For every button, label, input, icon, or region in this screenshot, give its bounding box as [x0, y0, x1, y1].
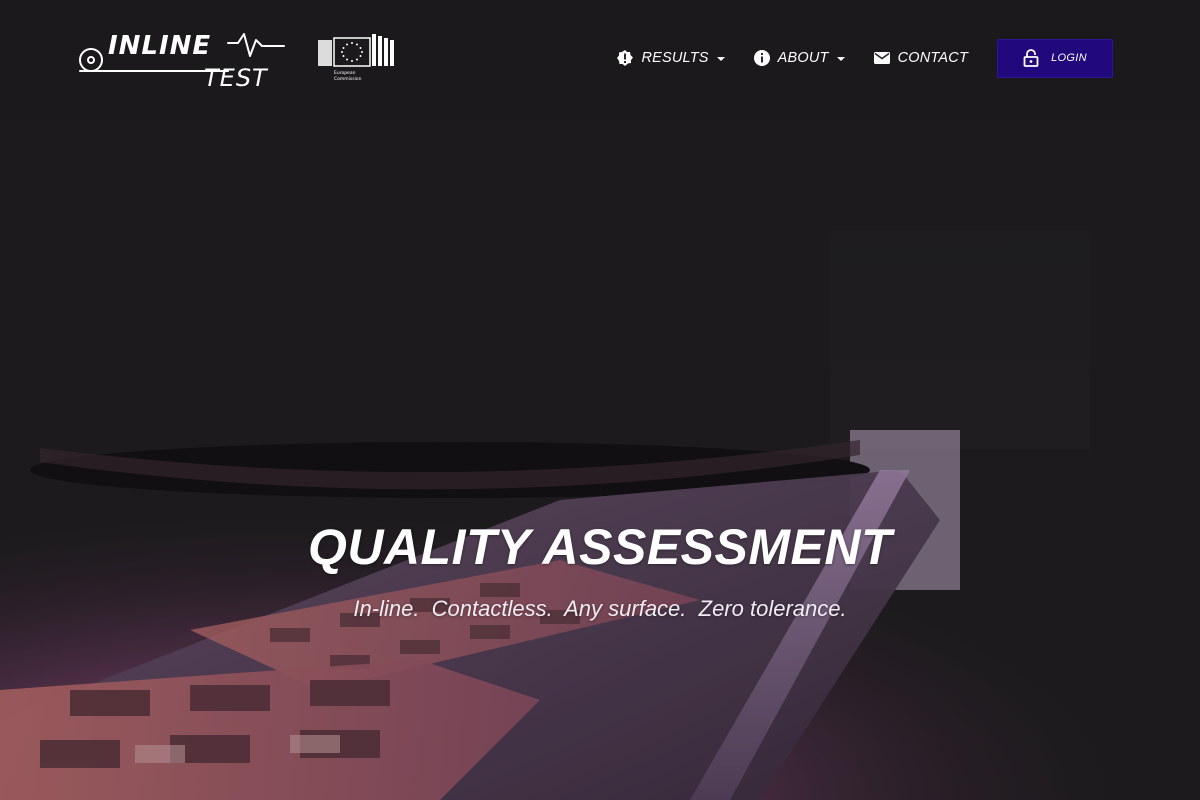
logo-line2-text: TEST: [204, 64, 269, 90]
nav-results[interactable]: RESULTS: [616, 49, 725, 67]
chevron-down-icon: [716, 57, 725, 61]
hero-section: INLINE TEST European Commission RESULTS …: [0, 0, 1200, 800]
ec-logo-text-1: European: [334, 70, 356, 76]
nav-contact-label: CONTACT: [897, 50, 968, 66]
chevron-down-icon: [836, 57, 845, 61]
padlock-icon: [1023, 49, 1039, 67]
hero-title: QUALITY ASSESSMENT: [307, 519, 893, 575]
exclamation-badge-icon: [617, 50, 634, 66]
nav-results-label: RESULTS: [641, 50, 709, 66]
login-button[interactable]: LOGIN: [997, 38, 1113, 78]
inline-test-logo[interactable]: INLINE TEST: [78, 26, 288, 90]
top-navbar: INLINE TEST European Commission RESULTS …: [0, 0, 1200, 115]
ec-logo-text-2: Commission: [334, 76, 362, 82]
envelope-icon: [873, 52, 890, 64]
nav-about[interactable]: ABOUT: [753, 49, 845, 67]
hero-subtitle: In-line. Contactless. Any surface. Zero …: [353, 596, 847, 621]
nav-contact[interactable]: CONTACT: [873, 49, 968, 67]
login-label: LOGIN: [1051, 52, 1087, 64]
hero-background-image: [0, 0, 1200, 800]
european-commission-logo[interactable]: European Commission: [316, 30, 396, 82]
info-circle-icon: [753, 50, 770, 66]
logo-line1-text: INLINE: [108, 31, 211, 61]
nav-about-label: ABOUT: [777, 50, 829, 66]
nav-menu: RESULTS ABOUT CONTACT LOGIN: [616, 38, 1113, 78]
